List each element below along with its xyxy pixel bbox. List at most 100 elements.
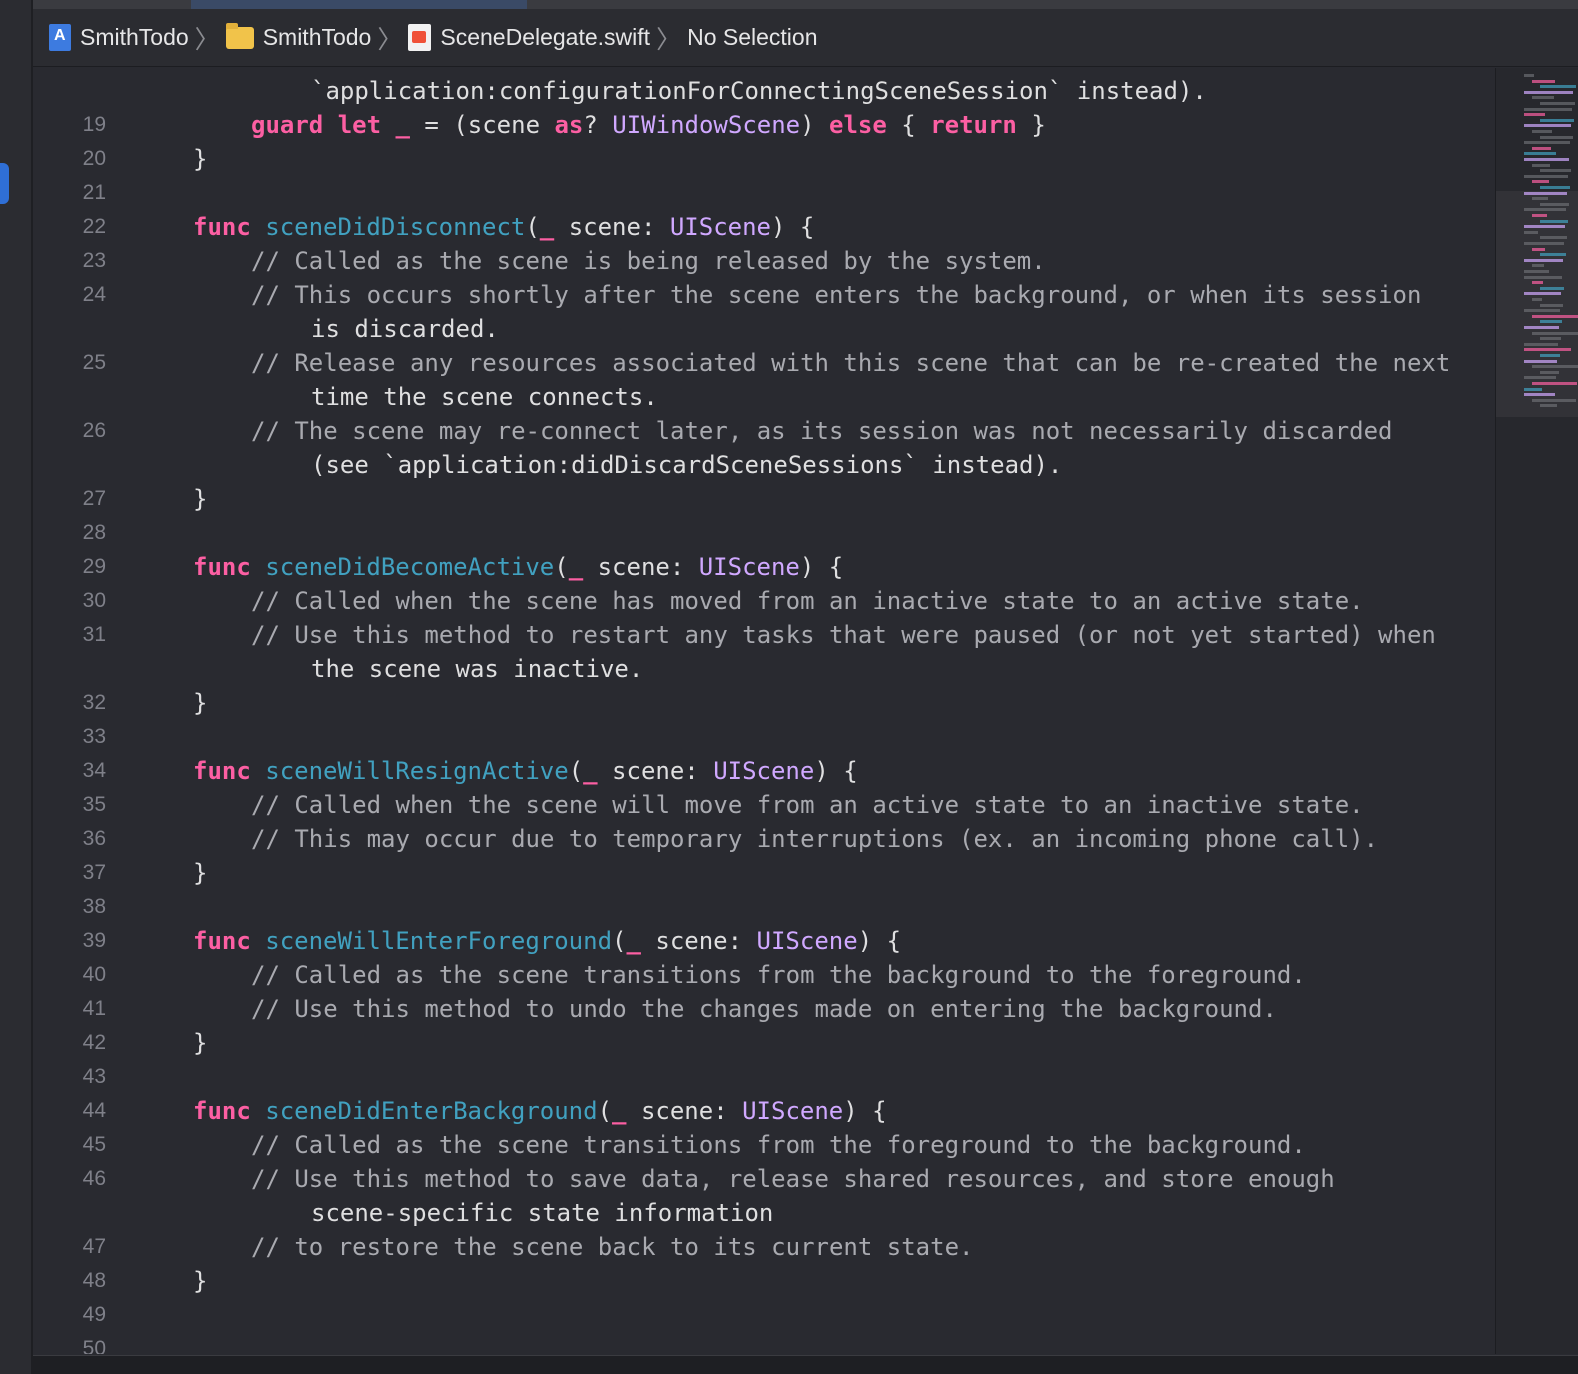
line-number: 27 bbox=[82, 487, 106, 510]
minimap-line bbox=[1524, 208, 1566, 212]
code-line[interactable]: 46 // Use this method to save data, relea… bbox=[33, 1162, 1495, 1196]
line-number: 45 bbox=[82, 1133, 106, 1156]
code-line[interactable]: 29 func sceneDidBecomeActive(_ scene: UIS… bbox=[33, 550, 1495, 584]
code-line[interactable]: 34 func sceneWillResignActive(_ scene: UI… bbox=[33, 754, 1495, 788]
minimap-line bbox=[1540, 370, 1559, 374]
code-line[interactable]: 50 bbox=[33, 1332, 1495, 1354]
code-line[interactable]: 45 // Called as the scene transitions fro… bbox=[33, 1128, 1495, 1162]
code-line[interactable]: 36 // This may occur due to temporary int… bbox=[33, 822, 1495, 856]
source-editor[interactable]: `application:configurationForConnectingS… bbox=[33, 68, 1495, 1354]
minimap-line bbox=[1524, 292, 1561, 296]
code-line[interactable]: 38 bbox=[33, 890, 1495, 924]
minimap-line bbox=[1524, 124, 1571, 128]
code-line[interactable]: 39 func sceneWillEnterForeground(_ scene:… bbox=[33, 924, 1495, 958]
code-line[interactable]: 41 // Use this method to undo the changes… bbox=[33, 992, 1495, 1026]
minimap-line bbox=[1524, 113, 1545, 117]
code-text: guard let _ = (scene as? UIWindowScene) … bbox=[251, 111, 1046, 139]
minimap-line bbox=[1540, 118, 1574, 122]
line-number: 23 bbox=[82, 249, 106, 272]
code-text: } bbox=[193, 1029, 208, 1057]
code-line[interactable]: 31 // Use this method to restart any task… bbox=[33, 618, 1495, 652]
minimap-line bbox=[1532, 79, 1555, 83]
code-line[interactable]: 33 bbox=[33, 720, 1495, 754]
minimap-line bbox=[1524, 158, 1569, 161]
code-text: func sceneWillResignActive(_ scene: UISc… bbox=[193, 757, 858, 785]
line-number: 43 bbox=[82, 1065, 106, 1088]
code-text: // Called when the scene will move from … bbox=[251, 791, 1364, 819]
code-line[interactable]: 20} bbox=[33, 142, 1495, 176]
minimap-line bbox=[1524, 309, 1560, 313]
line-number: 26 bbox=[82, 419, 106, 442]
minimap-line bbox=[1524, 141, 1570, 145]
line-number: 50 bbox=[82, 1337, 106, 1354]
code-line[interactable]: 43 bbox=[33, 1060, 1495, 1094]
minimap-line bbox=[1540, 286, 1564, 290]
minimap-line bbox=[1524, 74, 1534, 77]
code-line[interactable]: 30 // Called when the scene has moved fro… bbox=[33, 584, 1495, 618]
breadcrumb-file[interactable]: SceneDelegate.swift bbox=[408, 24, 650, 51]
code-text: // to restore the scene back to its curr… bbox=[251, 1233, 974, 1261]
breadcrumb-symbol-label: No Selection bbox=[687, 24, 818, 50]
minimap-line bbox=[1532, 314, 1578, 318]
code-line[interactable]: 25 // Release any resources associated wi… bbox=[33, 346, 1495, 380]
minimap-line bbox=[1524, 225, 1565, 229]
code-line[interactable]: 23 // Called as the scene is being releas… bbox=[33, 244, 1495, 278]
code-line[interactable]: 40 // Called as the scene transitions fro… bbox=[33, 958, 1495, 992]
jump-bar: SmithTodo 〉 SmithTodo 〉 SceneDelegate.sw… bbox=[33, 9, 1578, 67]
code-line[interactable]: 35 // Called when the scene will move fro… bbox=[33, 788, 1495, 822]
code-text: // This may occur due to temporary inter… bbox=[251, 825, 1379, 853]
code-line[interactable]: is discarded. bbox=[33, 312, 1495, 346]
navigator-edge bbox=[0, 0, 33, 1374]
code-text: } bbox=[193, 859, 208, 887]
code-line[interactable]: 47 // to restore the scene back to its cu… bbox=[33, 1230, 1495, 1264]
chevron-right-icon: 〉 bbox=[377, 25, 403, 54]
code-line[interactable]: 37} bbox=[33, 856, 1495, 890]
code-line[interactable]: 21 bbox=[33, 176, 1495, 210]
code-line[interactable]: 28 bbox=[33, 516, 1495, 550]
code-text: func sceneWillEnterForeground(_ scene: U… bbox=[193, 927, 902, 955]
code-text: // Called as the scene is being released… bbox=[251, 247, 1046, 275]
breadcrumb-folder[interactable]: SmithTodo bbox=[225, 22, 371, 51]
code-line[interactable]: time the scene connects. bbox=[33, 380, 1495, 414]
minimap-line bbox=[1540, 320, 1562, 324]
line-number: 38 bbox=[82, 895, 106, 918]
code-line[interactable]: 48} bbox=[33, 1264, 1495, 1298]
code-line[interactable]: 42} bbox=[33, 1026, 1495, 1060]
breadcrumb-file-label: SceneDelegate.swift bbox=[440, 24, 651, 50]
code-line[interactable]: 24 // This occurs shortly after the scene… bbox=[33, 278, 1495, 312]
code-line[interactable]: `application:configurationForConnectingS… bbox=[33, 74, 1495, 108]
code-line[interactable]: 27} bbox=[33, 482, 1495, 516]
code-line[interactable]: scene-specific state information bbox=[33, 1196, 1495, 1230]
line-number: 20 bbox=[82, 147, 106, 170]
minimap[interactable] bbox=[1495, 68, 1578, 1354]
line-number: 19 bbox=[82, 113, 106, 136]
minimap-line bbox=[1532, 331, 1578, 335]
line-number: 37 bbox=[82, 861, 106, 884]
code-line[interactable]: 32} bbox=[33, 686, 1495, 720]
breadcrumb-project[interactable]: SmithTodo bbox=[49, 24, 189, 51]
minimap-line bbox=[1524, 326, 1559, 329]
line-number: 31 bbox=[82, 623, 106, 646]
minimap-line bbox=[1540, 202, 1569, 206]
line-number: 29 bbox=[82, 555, 106, 578]
code-line[interactable]: 22 func sceneDidDisconnect(_ scene: UISce… bbox=[33, 210, 1495, 244]
code-line[interactable]: (see `application:didDiscardSceneSession… bbox=[33, 448, 1495, 482]
code-text: the scene was inactive. bbox=[311, 655, 644, 683]
line-number: 46 bbox=[82, 1167, 106, 1190]
code-line[interactable]: the scene was inactive. bbox=[33, 652, 1495, 686]
active-editor-tab[interactable] bbox=[191, 0, 527, 9]
navigator-selection-indicator[interactable] bbox=[0, 163, 9, 204]
code-text: scene-specific state information bbox=[311, 1199, 774, 1227]
code-text: // Use this method to undo the changes m… bbox=[251, 995, 1277, 1023]
line-number: 42 bbox=[82, 1031, 106, 1054]
code-line[interactable]: 49 bbox=[33, 1298, 1495, 1332]
minimap-line bbox=[1532, 264, 1544, 268]
minimap-line bbox=[1540, 303, 1563, 307]
code-line[interactable]: 26 // The scene may re-connect later, as … bbox=[33, 414, 1495, 448]
minimap-line bbox=[1540, 85, 1576, 89]
code-line[interactable]: 44 func sceneDidEnterBackground(_ scene: … bbox=[33, 1094, 1495, 1128]
code-line[interactable]: 19 guard let _ = (scene as? UIWindowScene… bbox=[33, 108, 1495, 142]
breadcrumb-symbol[interactable]: No Selection bbox=[687, 24, 817, 51]
line-number: 39 bbox=[82, 929, 106, 952]
minimap-line bbox=[1524, 230, 1538, 234]
